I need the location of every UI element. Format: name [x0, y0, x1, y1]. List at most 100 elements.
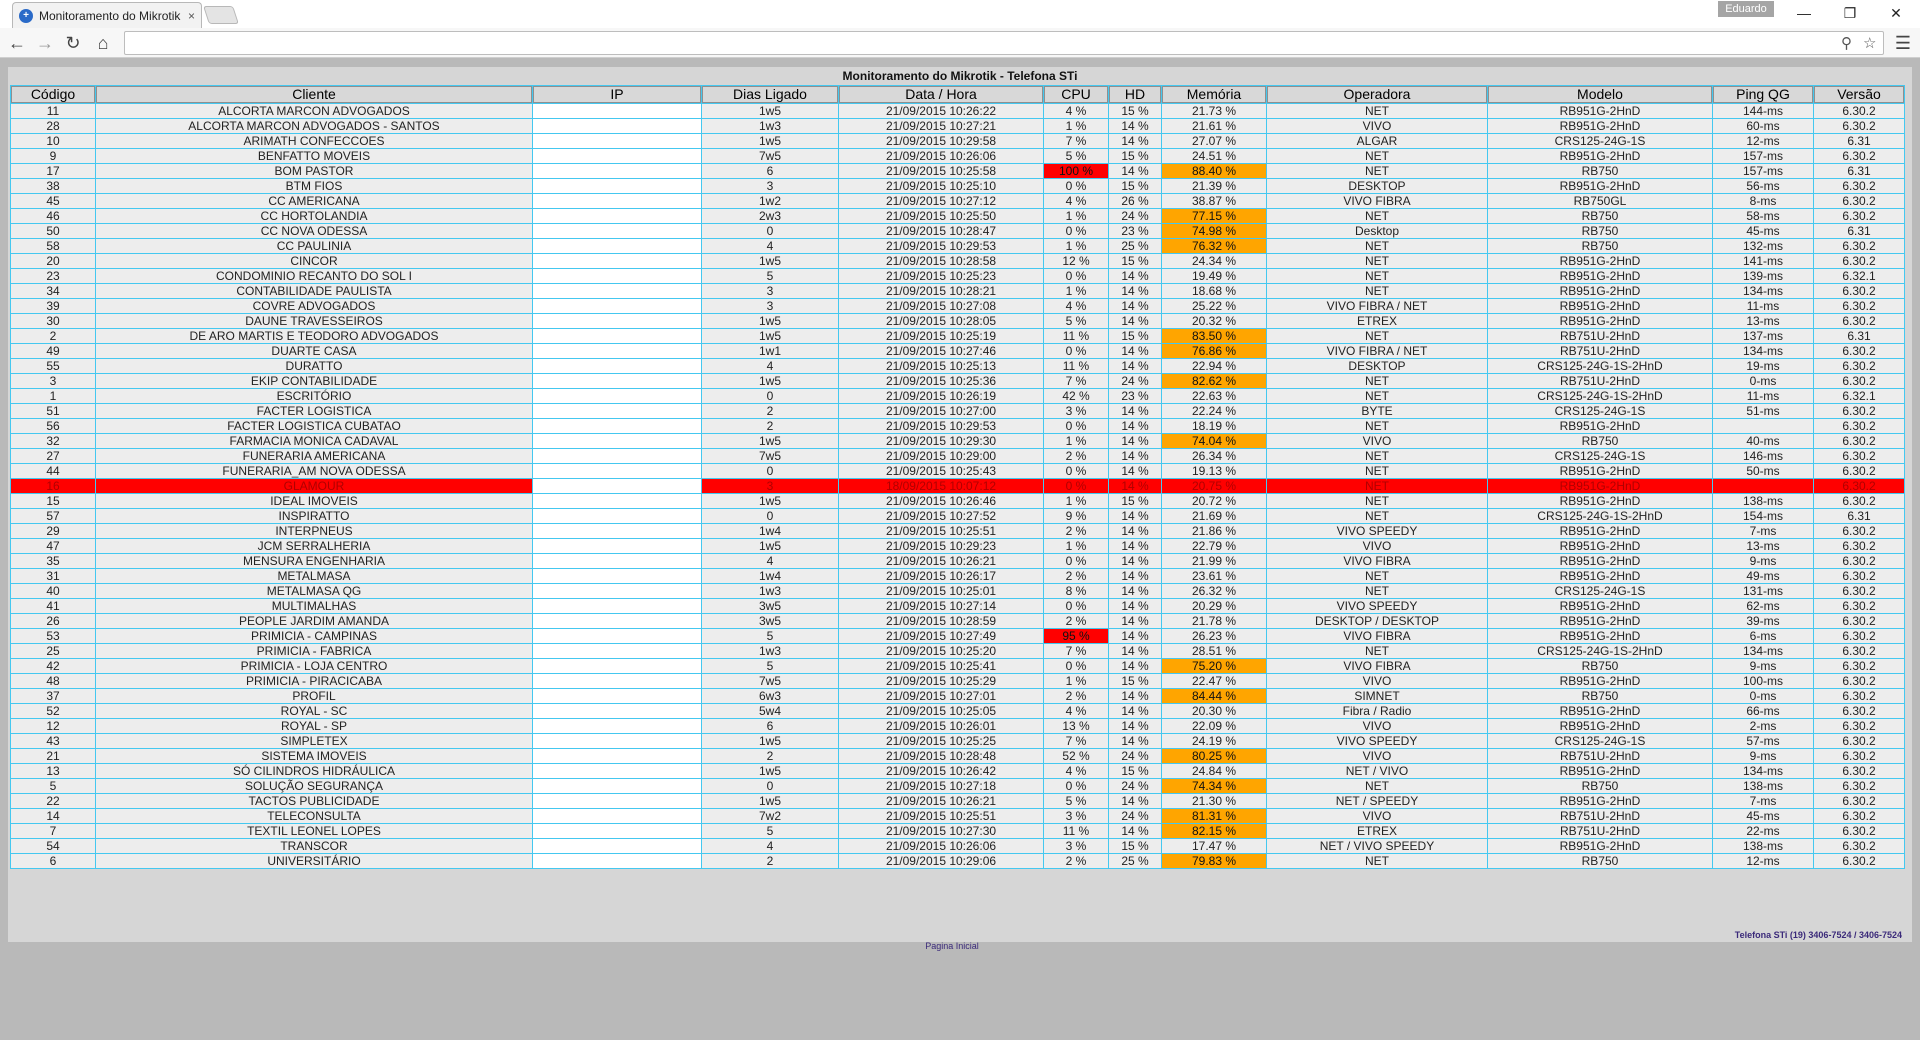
back-arrow-icon[interactable]: ← — [6, 32, 28, 54]
cell-versao: 6.30.2 — [1814, 119, 1904, 133]
cell-modelo: RB951G-2HnD — [1488, 299, 1712, 313]
cell-modelo: CRS125-24G-1S-2HnD — [1488, 359, 1712, 373]
cell-oper: VIVO FIBRA / NET — [1267, 344, 1487, 358]
cell-dias: 1w5 — [702, 329, 838, 343]
cell-hd: 25 % — [1109, 854, 1161, 868]
cell-cliente: PRIMICIA - PIRACICABA — [96, 674, 532, 688]
cell-cpu: 7 % — [1044, 134, 1108, 148]
cell-hd: 26 % — [1109, 194, 1161, 208]
cell-modelo: RB751U-2HnD — [1488, 329, 1712, 343]
cell-dias: 2 — [702, 419, 838, 433]
cell-hd: 14 % — [1109, 629, 1161, 643]
cell-oper: NET — [1267, 509, 1487, 523]
cell-modelo: RB750 — [1488, 659, 1712, 673]
forward-arrow-icon[interactable]: → — [34, 32, 56, 54]
cell-ping: 138-ms — [1713, 494, 1813, 508]
cell-mem: 79.83 % — [1162, 854, 1266, 868]
maximize-button[interactable]: ❐ — [1830, 2, 1870, 24]
cell-codigo: 14 — [11, 809, 95, 823]
cell-modelo: RB751U-2HnD — [1488, 374, 1712, 388]
cell-data: 21/09/2015 10:27:52 — [839, 509, 1043, 523]
cell-dias: 7w5 — [702, 149, 838, 163]
new-tab-button[interactable] — [203, 6, 239, 24]
home-page-link[interactable]: Pagina Inicial — [0, 941, 1904, 951]
cell-cliente: SISTEMA IMOVEIS — [96, 749, 532, 763]
minimize-button[interactable]: — — [1784, 2, 1824, 24]
address-bar[interactable]: ⚲ ☆ — [124, 31, 1884, 55]
cell-ip — [533, 719, 701, 733]
cell-data: 21/09/2015 10:27:12 — [839, 194, 1043, 208]
cell-versao: 6.30.2 — [1814, 764, 1904, 778]
cell-oper: NET — [1267, 464, 1487, 478]
cell-modelo: RB951G-2HnD — [1488, 764, 1712, 778]
cell-cliente: EKIP CONTABILIDADE — [96, 374, 532, 388]
cell-modelo: RB951G-2HnD — [1488, 314, 1712, 328]
cell-mem: 26.23 % — [1162, 629, 1266, 643]
table-row: 38 BTM FIOS 3 21/09/2015 10:25:10 0 % 15 % 21.… — [11, 179, 1904, 193]
cell-codigo: 2 — [11, 329, 95, 343]
profile-user-badge[interactable]: Eduardo — [1718, 1, 1774, 17]
cell-data: 21/09/2015 10:27:01 — [839, 689, 1043, 703]
tab-close-icon[interactable]: × — [188, 9, 195, 23]
cell-ping: 12-ms — [1713, 134, 1813, 148]
cell-oper: NET — [1267, 569, 1487, 583]
cell-versao: 6.30.2 — [1814, 794, 1904, 808]
cell-versao: 6.31 — [1814, 329, 1904, 343]
cell-ping: 22-ms — [1713, 824, 1813, 838]
close-window-button[interactable]: ✕ — [1876, 2, 1916, 24]
reload-icon[interactable]: ↻ — [62, 32, 84, 54]
cell-data: 21/09/2015 10:26:17 — [839, 569, 1043, 583]
cell-cpu: 1 % — [1044, 674, 1108, 688]
cell-modelo: RB951G-2HnD — [1488, 524, 1712, 538]
cell-dias: 2w3 — [702, 209, 838, 223]
cell-hd: 15 % — [1109, 149, 1161, 163]
cell-codigo: 47 — [11, 539, 95, 553]
cell-ip — [533, 749, 701, 763]
table-row: 56 FACTER LOGISTICA CUBATAO 2 21/09/2015 10… — [11, 419, 1904, 433]
bookmark-star-icon[interactable]: ☆ — [1863, 32, 1876, 56]
cell-ip — [533, 374, 701, 388]
search-icon[interactable]: ⚲ — [1841, 32, 1852, 56]
cell-mem: 17.47 % — [1162, 839, 1266, 853]
cell-versao: 6.31 — [1814, 509, 1904, 523]
cell-mem: 20.75 % — [1162, 479, 1266, 493]
cell-data: 21/09/2015 10:27:00 — [839, 404, 1043, 418]
cell-hd: 14 % — [1109, 539, 1161, 553]
cell-hd: 14 % — [1109, 314, 1161, 328]
cell-ping: 9-ms — [1713, 659, 1813, 673]
cell-hd: 14 % — [1109, 269, 1161, 283]
cell-codigo: 57 — [11, 509, 95, 523]
cell-dias: 1w5 — [702, 539, 838, 553]
browser-tab[interactable]: + Monitoramento do Mikrotik × — [12, 2, 202, 28]
cell-cliente: BENFATTO MOVEIS — [96, 149, 532, 163]
cell-oper: DESKTOP — [1267, 359, 1487, 373]
monitor-panel: Monitoramento do Mikrotik - Telefona STi… — [8, 67, 1912, 942]
cell-ping: 50-ms — [1713, 464, 1813, 478]
cell-ping: 8-ms — [1713, 194, 1813, 208]
cell-mem: 76.32 % — [1162, 239, 1266, 253]
cell-hd: 14 % — [1109, 734, 1161, 748]
cell-data: 21/09/2015 10:29:00 — [839, 449, 1043, 463]
cell-mem: 75.20 % — [1162, 659, 1266, 673]
cell-ping: 39-ms — [1713, 614, 1813, 628]
cell-hd: 24 % — [1109, 779, 1161, 793]
cell-ping: 7-ms — [1713, 794, 1813, 808]
cell-cliente: DURATTO — [96, 359, 532, 373]
cell-cliente: PRIMICIA - FABRICA — [96, 644, 532, 658]
cell-dias: 3 — [702, 179, 838, 193]
cell-ping: 62-ms — [1713, 599, 1813, 613]
home-icon[interactable]: ⌂ — [92, 32, 114, 54]
table-row: 28 ALCORTA MARCON ADVOGADOS - SANTOS 1w3 21… — [11, 119, 1904, 133]
column-header-dias: Dias Ligado — [702, 86, 838, 103]
cell-codigo: 7 — [11, 824, 95, 838]
cell-codigo: 23 — [11, 269, 95, 283]
cell-ip — [533, 584, 701, 598]
table-row: 30 DAUNE TRAVESSEIROS 1w5 21/09/2015 10:28:… — [11, 314, 1904, 328]
cell-modelo: RB951G-2HnD — [1488, 794, 1712, 808]
browser-menu-icon[interactable]: ☰ — [1892, 32, 1914, 54]
cell-dias: 1w3 — [702, 119, 838, 133]
cell-ip — [533, 509, 701, 523]
cell-ping: 51-ms — [1713, 404, 1813, 418]
cell-modelo: CRS125-24G-1S — [1488, 404, 1712, 418]
cell-ip — [533, 149, 701, 163]
